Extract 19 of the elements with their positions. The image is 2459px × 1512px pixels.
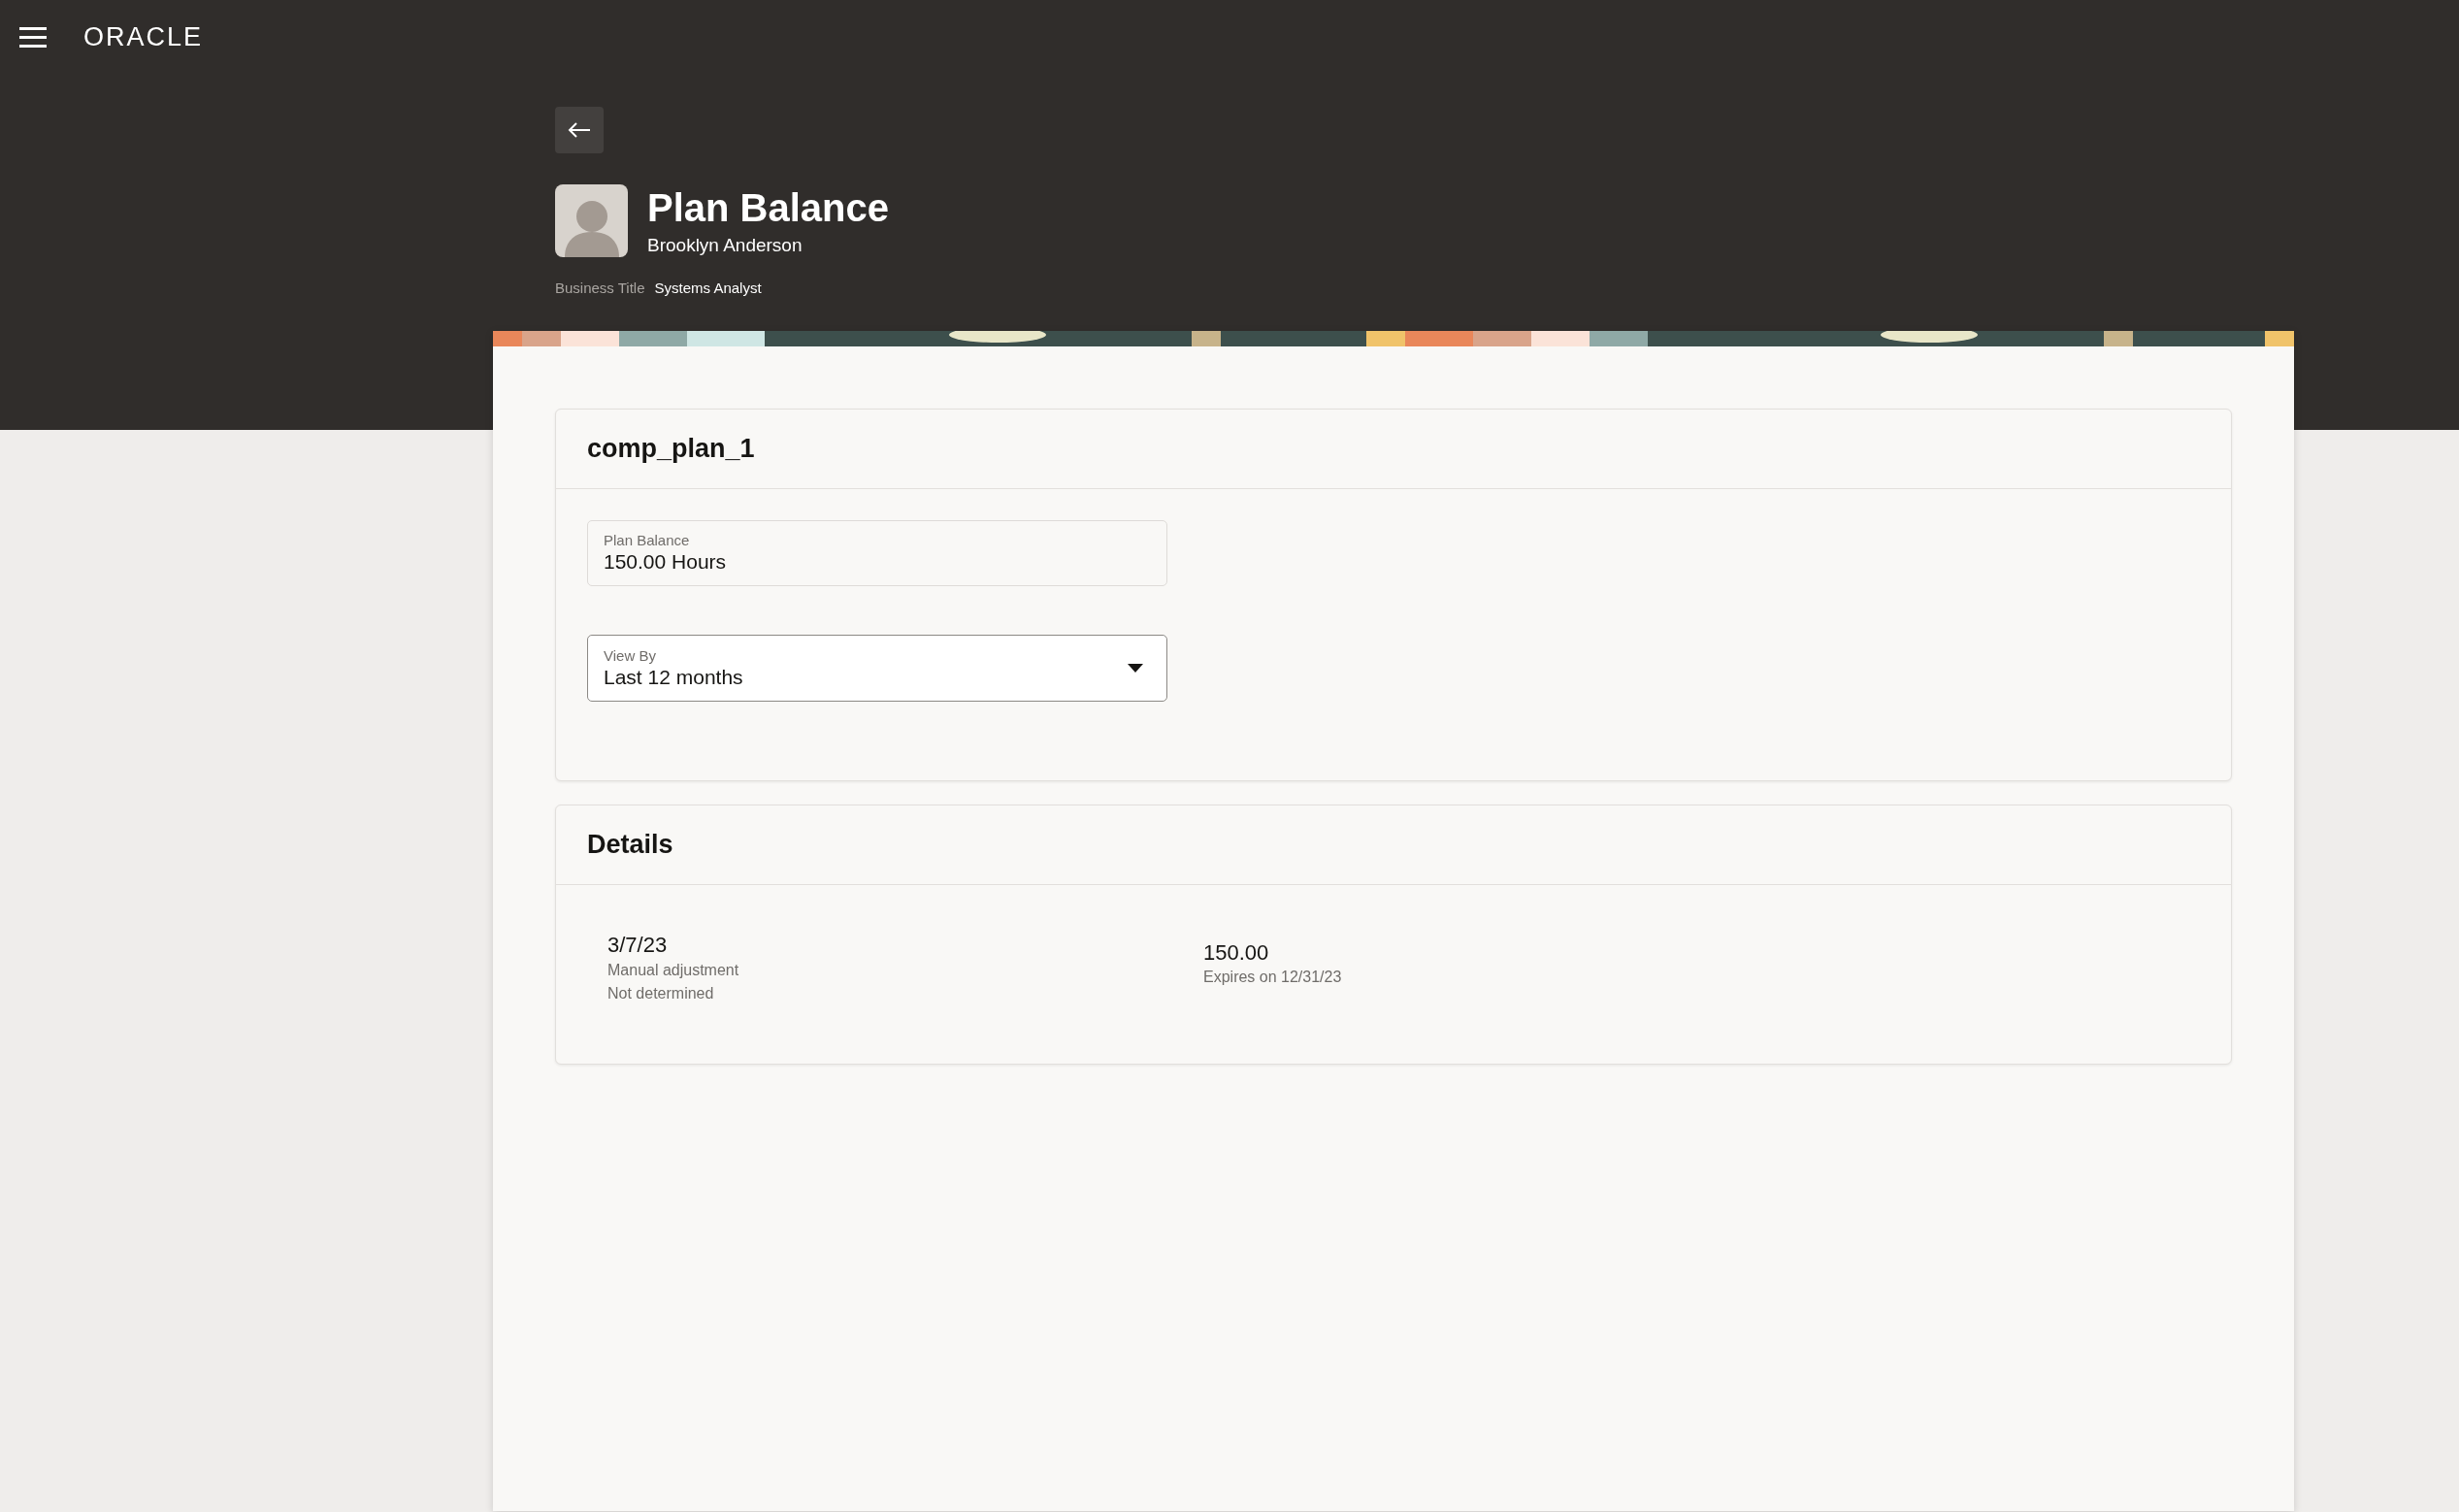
caret-icon: [1128, 664, 1143, 673]
plan-balance-value: 150.00 Hours: [604, 549, 728, 575]
field-label: Business Title: [555, 278, 645, 298]
field-label: Plan Balance: [604, 532, 691, 549]
oracle-logo[interactable]: ORACLE: [83, 23, 204, 50]
view-by-select[interactable]: View By Last 12 months: [587, 635, 1167, 702]
person-name: Brooklyn Anderson: [647, 233, 803, 257]
entry-type: Manual adjustment: [607, 961, 740, 980]
card-title: comp_plan_1: [587, 433, 755, 466]
page-title: Plan Balance: [647, 184, 889, 230]
entry-status: Not determined: [607, 984, 715, 1003]
menu-icon[interactable]: [19, 26, 47, 48]
entry-amount: 150.00: [1203, 939, 1270, 967]
card-title: Details: [587, 829, 673, 862]
back-button[interactable]: [555, 107, 604, 153]
entry-date: 3/7/23: [607, 932, 669, 959]
business-title-value: Systems Analyst: [654, 278, 762, 298]
entry-expiry: Expires on 12/31/23: [1203, 968, 1342, 987]
back-arrow-icon: [568, 122, 591, 138]
